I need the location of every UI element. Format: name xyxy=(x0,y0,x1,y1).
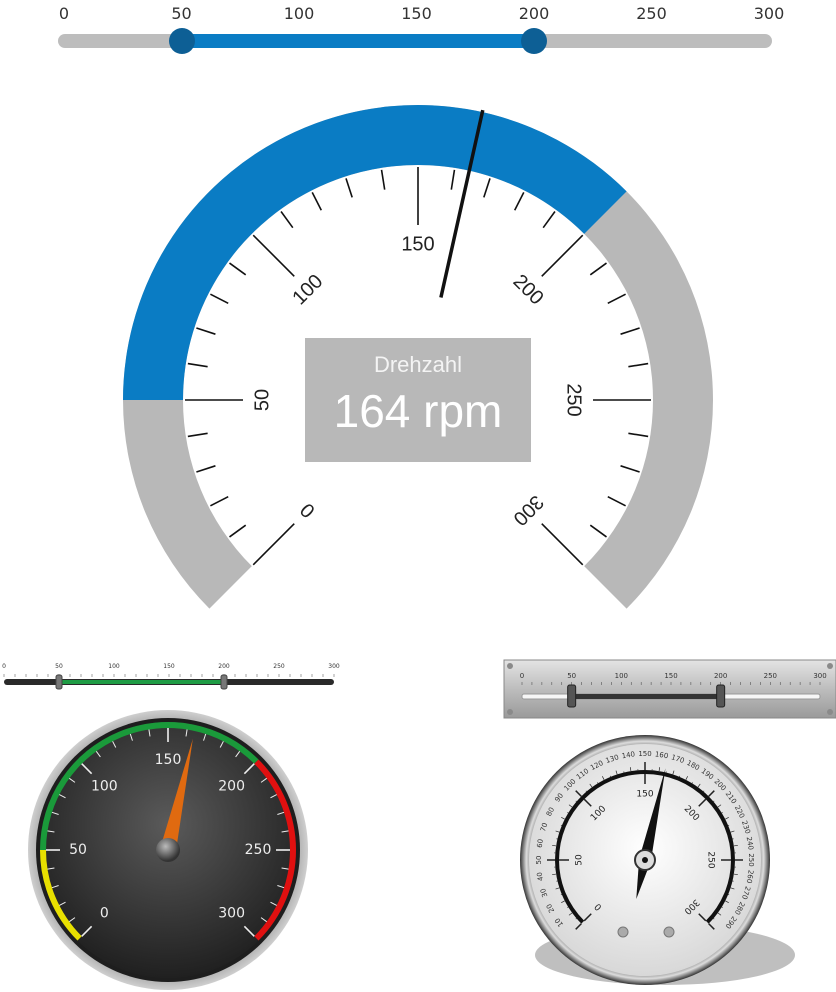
gauge-title: Drehzahl xyxy=(373,352,463,377)
dark-slider-thumb[interactable] xyxy=(220,674,228,690)
gauge-tick xyxy=(252,523,295,566)
gauge-tick xyxy=(196,465,216,473)
gauge-tick xyxy=(187,432,208,438)
dark-gauge-label: 150 xyxy=(155,752,182,768)
gauge-tick xyxy=(187,362,208,368)
gauge-major-label: 50 xyxy=(251,389,273,411)
classic-gauge-panel: 0 50 100 150 200 250 3001020304050607080901001… xyxy=(503,659,836,985)
dark-gauge-label: 50 xyxy=(69,842,87,858)
classic-gauge-outer-label: 40 xyxy=(536,872,545,882)
gauge-tick xyxy=(620,465,640,473)
dark-slider-tick-label: 200 xyxy=(218,663,230,670)
metal-slider-tick-label: 150 xyxy=(664,672,677,680)
metal-slider-selected-range xyxy=(571,694,721,699)
dark-slider-selected-range xyxy=(59,680,224,684)
gauge-tick xyxy=(210,293,229,305)
classic-gauge-outer-label: 150 xyxy=(638,750,651,758)
gauge-value: 164 rpm xyxy=(333,385,503,437)
metal-slider-tick-label: 250 xyxy=(764,672,777,680)
gauge-tick xyxy=(252,234,295,277)
gauge-tick xyxy=(483,178,491,198)
metal-screw-icon xyxy=(507,663,513,669)
metal-screw-icon xyxy=(507,709,513,715)
metal-slider-tick-label: 300 xyxy=(813,672,826,680)
metal-slider-tick-label: 200 xyxy=(714,672,727,680)
gauge-major-label: 250 xyxy=(563,383,585,416)
classic-gauge-outer-tick xyxy=(691,782,693,784)
dark-slider-tick-label: 250 xyxy=(273,663,285,670)
metal-slider-thumb[interactable] xyxy=(716,684,726,708)
metal-screw-icon xyxy=(827,663,833,669)
dark-slider-tick-label: 50 xyxy=(55,663,63,670)
gauge-tick xyxy=(589,524,607,538)
classic-gauge-outer-label: 50 xyxy=(535,856,543,865)
gauge-tick xyxy=(196,327,216,335)
gauge-major-label: 150 xyxy=(401,233,434,255)
dark-gauge-hub xyxy=(156,838,180,862)
gauge-tick xyxy=(541,234,584,277)
dark-slider-thumb[interactable] xyxy=(55,674,63,690)
dark-slider-tick-label: 150 xyxy=(163,663,175,670)
metal-slider-tick-label: 0 xyxy=(520,672,524,680)
classic-gauge-inner-label: 250 xyxy=(706,851,716,868)
classic-gauge-outer-tick xyxy=(703,790,705,792)
classic-gauge-outer-tick xyxy=(585,790,587,792)
metal-slider-thumb[interactable] xyxy=(567,684,577,708)
metal-slider-plate xyxy=(503,659,836,719)
gauge-tick xyxy=(450,169,456,190)
metal-slider-tick-label: 50 xyxy=(567,672,576,680)
classic-gauge-outer-tick xyxy=(567,812,569,814)
classic-gauge-outer-label: 60 xyxy=(536,838,545,848)
classic-gauge-outer-tick xyxy=(597,782,599,784)
dark-gauge-label: 100 xyxy=(91,778,118,794)
gauge-tick xyxy=(229,262,247,276)
dark-gauge-label: 250 xyxy=(245,842,272,858)
dark-gauge-label: 0 xyxy=(100,906,109,922)
classic-gauge-outer-tick xyxy=(567,906,569,908)
classic-gauge-screw-icon xyxy=(617,926,629,938)
classic-gauge-inner-label: 150 xyxy=(636,790,653,800)
gauge-major-label: 0 xyxy=(296,498,319,521)
gauge-tick xyxy=(589,262,607,276)
gauge-tick xyxy=(345,178,353,198)
gauge-tick xyxy=(620,327,640,335)
gauge-tick xyxy=(280,211,294,229)
classic-gauge-outer-tick xyxy=(713,918,715,920)
classic-gauge-outer-tick xyxy=(575,800,577,802)
gauge-readout-box: Drehzahl 164 rpm xyxy=(305,338,531,462)
metal-slider-tick-label: 100 xyxy=(615,672,628,680)
dark-slider-tick-label: 100 xyxy=(108,663,120,670)
gauge-tick xyxy=(380,169,386,190)
dark-slider-tick-label: 0 xyxy=(2,663,6,670)
dark-rpm-gauge-panel: 0 50 100 150 200 250 300 0 50 100 150 200 250 300 xyxy=(2,663,340,990)
classic-gauge-outer-tick xyxy=(575,918,577,920)
gauge-tick xyxy=(542,211,556,229)
gauge-tick xyxy=(628,362,649,368)
gauge-tick xyxy=(311,192,323,211)
classic-gauge-outer-tick xyxy=(721,812,723,814)
gauge-tick xyxy=(628,432,649,438)
dark-gauge-label: 200 xyxy=(218,778,245,794)
gauge-tick xyxy=(210,495,229,507)
gauge-tick xyxy=(229,524,247,538)
classic-gauge-inner-label: 50 xyxy=(575,854,585,866)
classic-gauge-hub-center xyxy=(642,857,648,863)
gauge-tick xyxy=(607,293,626,305)
classic-gauge-outer-tick xyxy=(721,906,723,908)
classic-gauge-outer-tick xyxy=(713,800,715,802)
dark-gauge-label: 300 xyxy=(218,906,245,922)
dark-slider-tick-label: 300 xyxy=(328,663,340,670)
metal-screw-icon xyxy=(827,709,833,715)
classic-gauge-screw-icon xyxy=(663,926,675,938)
classic-gauge-outer-label: 250 xyxy=(747,853,755,866)
gauge-tick xyxy=(513,192,525,211)
main-rpm-gauge: 050100150200250300 xyxy=(123,105,713,609)
gauge-tick xyxy=(607,495,626,507)
gauge-tick xyxy=(541,523,584,566)
